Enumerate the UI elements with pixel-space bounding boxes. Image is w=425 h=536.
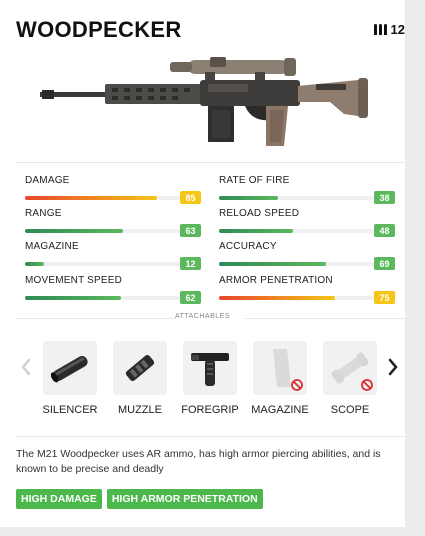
stat-label: RELOAD SPEED — [219, 208, 300, 219]
attachment-icon-box — [253, 341, 307, 395]
weapon-image — [40, 57, 368, 146]
attachment-icon-box — [43, 341, 97, 395]
stat-bar — [25, 196, 180, 200]
stat-movement-speed: MOVEMENT SPEED 62 — [25, 275, 201, 304]
stat-label: ARMOR PENETRATION — [219, 275, 333, 286]
attachment-silencer[interactable]: SILENCER — [35, 341, 105, 416]
tag-high-armor-penetration: HIGH ARMOR PENETRATION — [106, 489, 263, 509]
stat-label: RANGE — [25, 208, 62, 219]
weapon-title: WOODPECKER — [16, 17, 182, 42]
stat-damage: DAMAGE 85 — [25, 175, 201, 204]
unavailable-icon — [361, 379, 373, 391]
stat-magazine: MAGAZINE 12 — [25, 241, 201, 270]
stat-bar-fill — [219, 196, 278, 200]
stat-bar — [25, 262, 180, 266]
chevron-right-icon[interactable] — [388, 358, 398, 376]
muzzle-icon — [125, 354, 155, 382]
divider-attachables-right — [245, 318, 405, 319]
stat-label: DAMAGE — [25, 175, 70, 186]
weapon-card: WOODPECKER 12 DAMAGE 85 RANGE 63 MAGAZIN… — [0, 0, 405, 527]
attachment-name: MAGAZINE — [251, 404, 309, 416]
stat-bar — [219, 196, 374, 200]
stat-rate-of-fire: RATE OF FIRE 38 — [219, 175, 395, 204]
stat-bar — [25, 296, 180, 300]
stat-bar-fill — [219, 296, 336, 300]
attachment-foregrip[interactable]: FOREGRIP — [175, 341, 245, 416]
attachment-icon-box — [323, 341, 377, 395]
stat-bar-fill — [25, 229, 123, 233]
stat-value-badge: 69 — [374, 257, 395, 270]
stat-reload-speed: RELOAD SPEED 48 — [219, 208, 395, 237]
tag-high-damage: HIGH DAMAGE — [16, 489, 102, 509]
attachment-name: SCOPE — [330, 404, 370, 416]
stat-label: RATE OF FIRE — [219, 175, 290, 186]
stat-bar-fill — [219, 262, 326, 266]
ammo-indicator: 12 — [373, 22, 405, 37]
foregrip-icon — [191, 353, 229, 386]
stat-value-badge: 62 — [180, 291, 201, 304]
attachment-icon-box — [113, 341, 167, 395]
stat-bar-fill — [25, 196, 157, 200]
attachment-muzzle[interactable]: MUZZLE — [105, 341, 175, 416]
stat-bar — [219, 229, 374, 233]
attachment-magazine[interactable]: MAGAZINE — [245, 341, 315, 416]
attachment-name: FOREGRIP — [181, 404, 239, 416]
stat-armor-penetration: ARMOR PENETRATION 75 — [219, 275, 395, 304]
divider-top — [16, 162, 405, 163]
stat-value-badge: 63 — [180, 224, 201, 237]
stat-value-badge: 75 — [374, 291, 395, 304]
unavailable-icon — [291, 379, 303, 391]
stat-bar-fill — [25, 296, 122, 300]
stat-label: MAGAZINE — [25, 241, 79, 252]
silencer-icon — [50, 356, 88, 383]
tag-list: HIGH DAMAGE HIGH ARMOR PENETRATION — [16, 489, 263, 509]
stat-bar-fill — [219, 229, 294, 233]
stat-bar — [25, 229, 180, 233]
attachment-scope[interactable]: SCOPE — [315, 341, 385, 416]
stat-label: MOVEMENT SPEED — [25, 275, 123, 286]
ammo-icon — [373, 24, 387, 35]
stat-bar — [219, 262, 374, 266]
chevron-left-icon[interactable] — [21, 358, 31, 376]
attachment-icon-box — [183, 341, 237, 395]
stat-value-badge: 48 — [374, 224, 395, 237]
weapon-description: The M21 Woodpecker uses AR ammo, has hig… — [16, 448, 381, 475]
stat-value-badge: 85 — [180, 191, 201, 204]
divider-bottom — [16, 436, 405, 437]
stat-label: ACCURACY — [219, 241, 277, 252]
stat-value-badge: 12 — [180, 257, 201, 270]
stat-bar-fill — [25, 262, 44, 266]
attachment-name: MUZZLE — [118, 404, 162, 416]
attachment-name: SILENCER — [42, 404, 98, 416]
stat-range: RANGE 63 — [25, 208, 201, 237]
stat-accuracy: ACCURACY 69 — [219, 241, 395, 270]
ammo-count: 12 — [390, 22, 405, 37]
stat-bar — [219, 296, 374, 300]
stat-value-badge: 38 — [374, 191, 395, 204]
